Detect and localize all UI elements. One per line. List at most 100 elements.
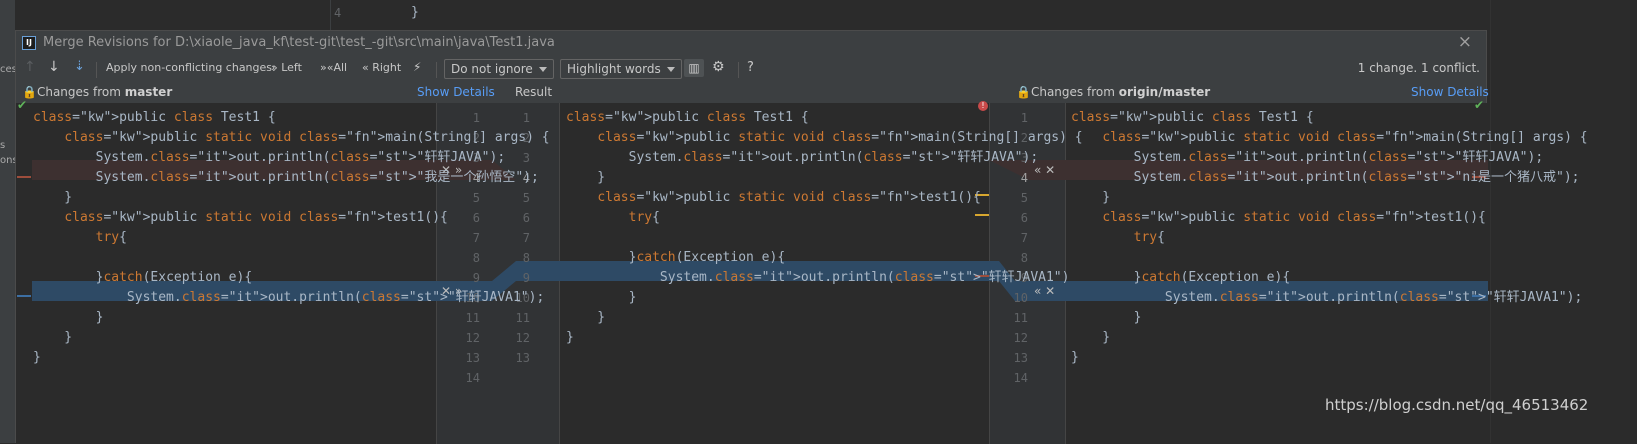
left-code-line: System.class="it">out.println(class="st"… bbox=[33, 290, 545, 305]
right-line-number: 4 bbox=[1020, 171, 1028, 185]
right-code-line: System.class="it">out.println(class="st"… bbox=[1071, 290, 1583, 305]
left-code-line: } bbox=[33, 330, 73, 345]
apply-all-label: All bbox=[333, 61, 348, 74]
result-code-line: class="kw">public static void class="fn"… bbox=[597, 190, 981, 205]
result-code-line: System.class="it">out.println(class="st"… bbox=[566, 270, 1070, 285]
left-code-line: System.class="it">out.println(class="st"… bbox=[33, 150, 506, 165]
right-line-number: 1 bbox=[1020, 111, 1028, 125]
result-line-number: 5 bbox=[522, 191, 530, 205]
left-line-number: 12 bbox=[465, 331, 480, 345]
ide-editor-background: 4 } bbox=[330, 0, 1361, 30]
result-code-line: class="kw">public static void class="fn"… bbox=[597, 130, 1083, 145]
apply-all-button[interactable]: »«All bbox=[320, 61, 347, 74]
help-icon[interactable]: ? bbox=[747, 60, 754, 75]
toolbar-separator bbox=[96, 62, 97, 78]
right-code-line: } bbox=[1071, 310, 1142, 325]
right-code-line: } bbox=[1071, 350, 1079, 365]
result-code-line: } bbox=[566, 330, 574, 345]
sync-scroll-toggle-icon[interactable]: ▥ bbox=[684, 59, 704, 77]
close-icon[interactable]: × bbox=[1458, 32, 1472, 52]
toolbar-separator bbox=[738, 62, 739, 78]
left-line-number: 8 bbox=[472, 251, 480, 265]
csdn-watermark: https://blog.csdn.net/qq_46513462 bbox=[1325, 396, 1589, 414]
chevron-down-icon bbox=[666, 67, 675, 72]
left-header-prefix: Changes from bbox=[36, 85, 125, 99]
result-code-line: class="kw">public class Test1 { bbox=[566, 110, 809, 125]
left-line-number: 7 bbox=[472, 231, 480, 245]
right-line-number: 13 bbox=[1013, 351, 1028, 365]
previous-difference-icon[interactable]: ↑ bbox=[24, 59, 36, 75]
right-line-number: 6 bbox=[1020, 211, 1028, 225]
right-show-details-link[interactable]: Show Details bbox=[1411, 85, 1489, 99]
dialog-title: Merge Revisions for D:\xiaole_java_kf\te… bbox=[43, 35, 555, 50]
apply-left-label: Left bbox=[281, 61, 302, 74]
dialog-titlebar[interactable]: IJ Merge Revisions for D:\xiaole_java_kf… bbox=[16, 31, 1486, 55]
left-code-line: try{ bbox=[95, 230, 127, 245]
left-check-icon: ✔ bbox=[17, 98, 28, 112]
result-line-number: 6 bbox=[522, 211, 530, 225]
left-line-number: 5 bbox=[472, 191, 480, 205]
left-branch-name: master bbox=[124, 85, 173, 99]
merge-revisions-dialog: IJ Merge Revisions for D:\xiaole_java_kf… bbox=[15, 30, 1588, 444]
ide-left-toolwindow-strip: s ces ons bbox=[0, 0, 18, 443]
apply-non-conflicting-label: Apply non-conflicting changes: bbox=[106, 61, 276, 74]
left-line-number: 1 bbox=[472, 111, 480, 125]
toolbar-separator bbox=[436, 62, 437, 78]
chevron-down-icon bbox=[538, 67, 547, 72]
editor-line-text: } bbox=[411, 5, 419, 20]
left-line-number: 9 bbox=[472, 271, 480, 285]
lock-icon: 🔒 bbox=[1016, 85, 1031, 99]
ignore-whitespace-select[interactable]: Do not ignore bbox=[444, 59, 554, 79]
highlight-mode-select[interactable]: Highlight words bbox=[560, 59, 682, 79]
right-branch-name: origin/master bbox=[1118, 85, 1211, 99]
pane-headers: 🔒Changes from master Show Details Result… bbox=[16, 83, 1489, 103]
ignore-select-value: Do not ignore bbox=[451, 62, 533, 76]
result-line-number: 3 bbox=[522, 151, 530, 165]
result-pane-header: Result bbox=[515, 85, 553, 99]
result-code-line: } bbox=[566, 170, 606, 185]
left-line-number: 14 bbox=[465, 371, 480, 385]
navigate-conflicts-icon[interactable]: ⇣ bbox=[74, 59, 85, 74]
right-line-number: 7 bbox=[1020, 231, 1028, 245]
result-line-number: 12 bbox=[515, 331, 530, 345]
result-line-number: 7 bbox=[522, 231, 530, 245]
left-code-line: } bbox=[33, 310, 104, 325]
left-line-number: 11 bbox=[465, 311, 480, 325]
right-code-line: }catch(Exception e){ bbox=[1071, 270, 1291, 285]
right-code-line: try{ bbox=[1133, 230, 1165, 245]
right-code-line: class="kw">public static void class="fn"… bbox=[1102, 210, 1486, 225]
next-difference-icon[interactable]: ↓ bbox=[48, 59, 60, 75]
editor-line-number: 4 bbox=[334, 6, 342, 20]
left-line-number: 13 bbox=[465, 351, 480, 365]
result-code-line: } bbox=[566, 310, 606, 325]
double-chevron-left-icon: « bbox=[362, 61, 369, 74]
settings-gear-icon[interactable]: ⚙ bbox=[712, 59, 725, 75]
ide-right-area bbox=[1490, 0, 1637, 443]
right-code-line: System.class="it">out.println(class="st"… bbox=[1071, 170, 1580, 185]
magic-resolve-icon[interactable]: ⚡ bbox=[413, 60, 421, 74]
right-line-number: 14 bbox=[1013, 371, 1028, 385]
left-show-details-link[interactable]: Show Details bbox=[417, 85, 495, 99]
strip-fragment: s bbox=[0, 140, 6, 151]
scroll-marker bbox=[17, 295, 31, 297]
right-line-number: 10 bbox=[1013, 291, 1028, 305]
right-code-line: } bbox=[1071, 330, 1111, 345]
highlight-select-value: Highlight words bbox=[567, 62, 661, 76]
merge-toolbar: ↑ ↓ ⇣ Apply non-conflicting changes: » L… bbox=[16, 57, 1486, 83]
result-code-line: }catch(Exception e){ bbox=[566, 250, 786, 265]
error-indicator-icon: ! bbox=[978, 101, 988, 111]
double-chevron-both-icon: »« bbox=[320, 61, 334, 74]
left-pane-header: 🔒Changes from master bbox=[22, 85, 172, 99]
intellij-logo-icon: IJ bbox=[22, 36, 36, 50]
merge-status-text: 1 change. 1 conflict. bbox=[1357, 61, 1480, 75]
right-line-number: 11 bbox=[1013, 311, 1028, 325]
left-code-line: } bbox=[33, 350, 41, 365]
apply-left-button[interactable]: » Left bbox=[271, 61, 302, 74]
double-chevron-right-icon: » bbox=[271, 61, 278, 74]
left-code-line: }catch(Exception e){ bbox=[33, 270, 253, 285]
result-line-number: 1 bbox=[522, 111, 530, 125]
result-line-number: 13 bbox=[515, 351, 530, 365]
apply-right-button[interactable]: « Right bbox=[362, 61, 401, 74]
result-code-line: } bbox=[566, 290, 637, 305]
right-code-line: System.class="it">out.println(class="st"… bbox=[1071, 150, 1544, 165]
